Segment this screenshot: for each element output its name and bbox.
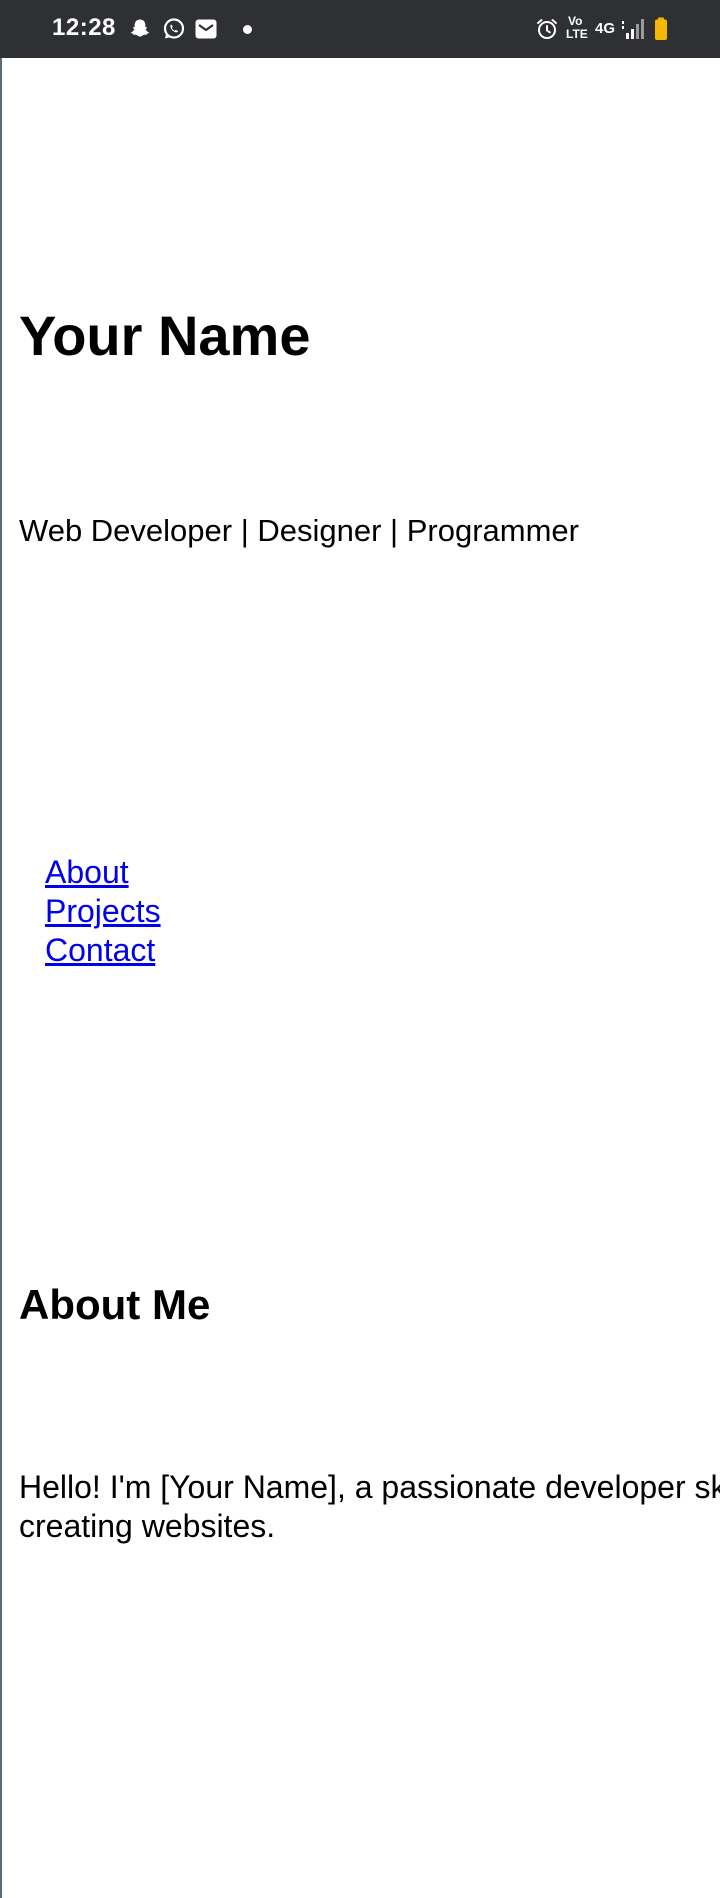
about-heading: About Me — [19, 1281, 211, 1328]
nav-menu: About Projects Contact — [45, 853, 161, 970]
status-bar: 12:28 Vo LTE 4G — [0, 0, 720, 58]
status-time: 12:28 — [52, 14, 116, 41]
signal-icon — [622, 19, 644, 39]
notification-dot — [243, 25, 252, 34]
alarm-icon — [537, 19, 557, 39]
phone-screen: 12:28 Vo LTE 4G Your Name Web Developer … — [0, 0, 720, 1898]
projects-link[interactable]: Projects — [45, 893, 161, 929]
tagline: Web Developer | Designer | Programmer — [19, 513, 579, 548]
whatsapp-icon — [163, 18, 185, 39]
snapchat-icon — [130, 19, 150, 37]
battery-icon — [655, 17, 667, 40]
about-text: Hello! I'm [Your Name], a passionate dev… — [19, 1469, 720, 1544]
network-type-label: 4G — [595, 20, 616, 37]
about-link[interactable]: About — [45, 854, 129, 890]
nav-item-about: About — [45, 853, 161, 892]
web-page: Your Name Web Developer | Designer | Pro… — [0, 58, 720, 1898]
gmail-icon — [195, 19, 217, 39]
site-title: Your Name — [19, 304, 311, 367]
nav-item-contact: Contact — [45, 931, 161, 970]
contact-link[interactable]: Contact — [45, 932, 155, 968]
nav-item-projects: Projects — [45, 892, 161, 931]
